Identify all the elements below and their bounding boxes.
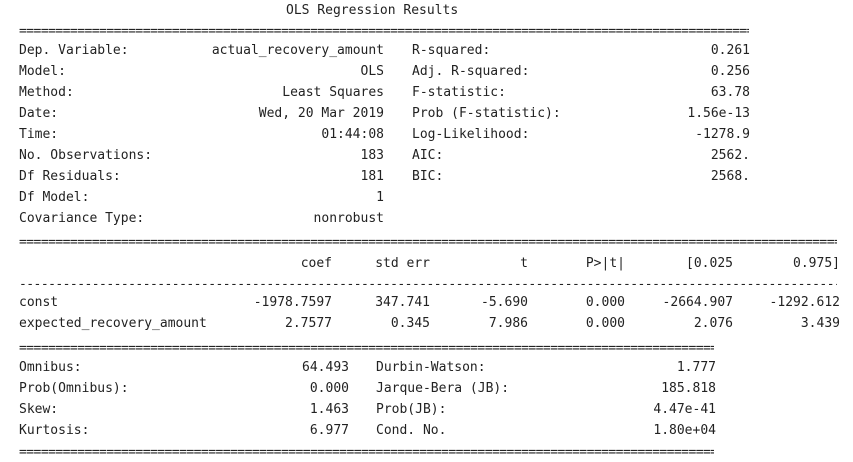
summary-value: 2568. xyxy=(710,169,750,184)
diagnostic-value: 4.47e-41 xyxy=(653,402,716,417)
summary-value: 01:44:08 xyxy=(321,127,384,142)
summary-value: -1278.9 xyxy=(695,127,750,142)
rule-mid-1: ========================================… xyxy=(19,238,837,248)
diagnostic-value: 1.80e+04 xyxy=(653,423,716,438)
summary-label: Method: xyxy=(19,85,74,100)
summary-label: F-statistic: xyxy=(412,85,506,100)
diagnostic-label: Kurtosis: xyxy=(19,423,90,438)
table-cell: -1292.612 xyxy=(769,295,840,310)
rule-dash: ----------------------------------------… xyxy=(19,280,837,290)
summary-label: R-squared: xyxy=(412,43,491,58)
summary-value: 1.56e-13 xyxy=(687,106,750,121)
summary-value: 1 xyxy=(376,190,384,205)
summary-value: Wed, 20 Mar 2019 xyxy=(258,106,384,121)
diagnostic-label: Durbin-Watson: xyxy=(376,360,486,375)
diagnostic-value: 1.777 xyxy=(676,360,716,375)
summary-label: Model: xyxy=(19,64,66,79)
summary-value: 0.256 xyxy=(710,64,750,79)
diagnostic-label: Cond. No. xyxy=(376,423,447,438)
table-cell: 3.439 xyxy=(800,316,840,331)
rule-top: ========================================… xyxy=(19,27,749,37)
summary-value: actual_recovery_amount xyxy=(211,43,384,58)
diagnostic-value: 0.000 xyxy=(309,381,349,396)
column-header: 0.975] xyxy=(793,256,840,271)
diagnostic-value: 185.818 xyxy=(661,381,716,396)
summary-label: Df Residuals: xyxy=(19,169,121,184)
rule-bottom: ========================================… xyxy=(19,448,714,458)
summary-value: 0.261 xyxy=(710,43,750,58)
summary-label: Date: xyxy=(19,106,59,121)
summary-value: 2562. xyxy=(710,148,750,163)
diagnostic-value: 6.977 xyxy=(309,423,349,438)
summary-value: 63.78 xyxy=(710,85,750,100)
summary-label: No. Observations: xyxy=(19,148,153,163)
summary-value: OLS xyxy=(360,64,384,79)
summary-label: Df Model: xyxy=(19,190,90,205)
summary-label: Time: xyxy=(19,127,59,142)
summary-value: 181 xyxy=(360,169,384,184)
summary-value: nonrobust xyxy=(313,211,384,226)
summary-value: Least Squares xyxy=(282,85,384,100)
diagnostic-label: Omnibus: xyxy=(19,360,82,375)
diagnostic-value: 1.463 xyxy=(309,402,349,417)
report-title: OLS Regression Results xyxy=(286,3,459,18)
summary-label: Covariance Type: xyxy=(19,211,145,226)
summary-label: BIC: xyxy=(412,169,444,184)
row-name: const xyxy=(19,295,59,310)
rule-mid-2: ========================================… xyxy=(19,344,714,354)
summary-label: Dep. Variable: xyxy=(19,43,129,58)
diagnostic-label: Prob(JB): xyxy=(376,402,447,417)
diagnostic-value: 64.493 xyxy=(302,360,349,375)
summary-value: 183 xyxy=(360,148,384,163)
diagnostic-label: Skew: xyxy=(19,402,59,417)
summary-label: AIC: xyxy=(412,148,444,163)
